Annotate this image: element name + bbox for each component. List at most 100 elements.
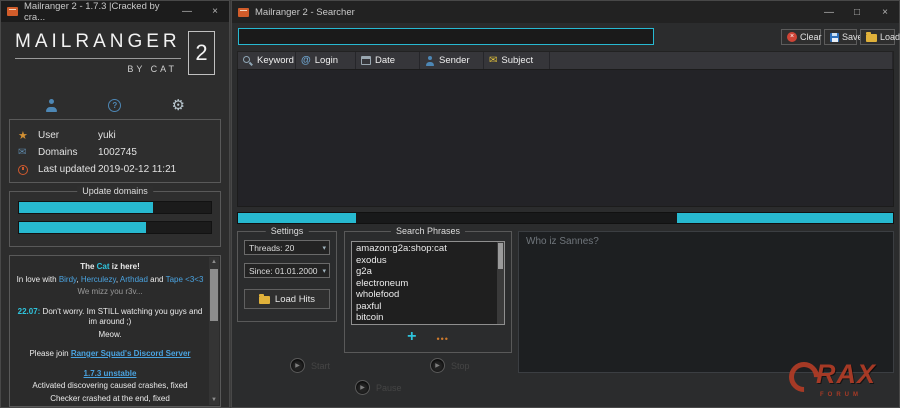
news-line: Activated discovering caused crashes, fi… xyxy=(14,381,206,392)
add-phrase-button[interactable]: + xyxy=(407,330,416,344)
text-segment: Please join xyxy=(29,349,70,358)
searcher-titlebar: Mailranger 2 - Searcher — □ × xyxy=(232,1,899,23)
column-label: Sender xyxy=(439,55,470,66)
search-phrases-list[interactable]: amazon:g2a:shop:cat exodus g2a electrone… xyxy=(351,241,505,325)
maximize-button[interactable]: □ xyxy=(843,1,871,23)
column-label: Keyword xyxy=(257,55,294,66)
last-updated-value: 2019-02-12 11:21 xyxy=(98,164,212,175)
column-header-date[interactable]: Date xyxy=(356,52,420,69)
update-domains-label: Update domains xyxy=(77,186,153,196)
save-button[interactable]: Save xyxy=(824,29,857,45)
list-item[interactable]: g2a xyxy=(356,266,494,278)
chevron-down-icon: ▾ xyxy=(322,267,326,275)
news-line: The Cat iz here! xyxy=(14,262,206,273)
text-segment: iz here! xyxy=(110,262,140,271)
notes-textarea[interactable] xyxy=(518,231,894,373)
timestamp: 22.07: xyxy=(18,307,41,316)
user-label: User xyxy=(38,130,98,141)
play-icon: ▶ xyxy=(360,384,365,391)
load-hits-button[interactable]: Load Hits xyxy=(244,289,330,309)
minimize-button[interactable]: — xyxy=(815,1,843,23)
close-button[interactable]: × xyxy=(201,1,229,22)
more-options-button[interactable]: ••• xyxy=(436,334,448,344)
start-button[interactable]: ▶ xyxy=(290,358,305,373)
play-icon: ▶ xyxy=(435,362,440,369)
clock-icon xyxy=(18,165,28,175)
scroll-up-icon[interactable]: ▲ xyxy=(209,257,219,267)
load-button[interactable]: Load xyxy=(860,29,895,45)
desktop: Mailranger 2 - 1.7.3 |Cracked by cra... … xyxy=(0,0,900,408)
news-line: We mizz you r3v... xyxy=(14,287,206,298)
results-table-body xyxy=(237,69,894,207)
searcher-window: Mailranger 2 - Searcher — □ × × Clear Sa… xyxy=(231,0,900,408)
brand-byline: BY CAT xyxy=(15,64,181,74)
start-label: Start xyxy=(311,361,330,371)
phrase-actions: + ••• xyxy=(345,330,511,344)
calendar-icon xyxy=(361,56,371,65)
column-label: Subject xyxy=(501,55,533,66)
settings-groupbox: Settings Threads: 20 ▾ Since: 01.01.2000… xyxy=(237,231,337,322)
changelog-link-173[interactable]: 1.7.3 unstable xyxy=(14,369,206,380)
logo: MAILRANGER BY CAT 2 xyxy=(15,31,215,75)
list-item[interactable]: exodus xyxy=(356,255,494,267)
pause-button[interactable]: ▶ xyxy=(355,380,370,395)
search-icon xyxy=(243,56,253,66)
clear-button[interactable]: × Clear xyxy=(781,29,821,45)
list-item[interactable]: electroneum xyxy=(356,278,494,290)
folder-icon xyxy=(259,296,270,304)
update-progressbar-1 xyxy=(18,201,212,214)
envelope-icon: ✉ xyxy=(489,55,497,66)
scroll-down-icon[interactable]: ▼ xyxy=(209,395,219,405)
news-content: The Cat iz here! In love with Birdy, Her… xyxy=(14,262,206,406)
gear-icon[interactable]: ⚙ xyxy=(172,98,185,113)
user-mention: Birdy xyxy=(59,275,77,284)
envelope-icon: ✉ xyxy=(18,147,38,158)
user-value: yuki xyxy=(98,130,212,141)
text-segment: The xyxy=(80,262,96,271)
last-updated-label: Last updated xyxy=(38,164,98,175)
at-icon: @ xyxy=(301,55,311,66)
main-window: Mailranger 2 - 1.7.3 |Cracked by cra... … xyxy=(0,0,230,408)
scrollbar-thumb[interactable] xyxy=(210,269,218,321)
user-mention: Tape xyxy=(166,275,183,284)
help-icon[interactable]: ? xyxy=(108,99,121,112)
app-icon xyxy=(238,8,249,17)
discord-link[interactable]: Ranger Squad's Discord Server xyxy=(71,349,191,358)
stop-label: Stop xyxy=(451,361,470,371)
play-icon: ▶ xyxy=(295,362,300,369)
search-progressbar xyxy=(237,212,894,224)
results-table-header: Keyword @ Login Date Sender ✉ Subject xyxy=(237,51,894,69)
load-label: Load xyxy=(880,32,900,42)
search-phrases-groupbox: Search Phrases amazon:g2a:shop:cat exodu… xyxy=(344,231,512,353)
user-row: ★ User yuki xyxy=(18,127,212,144)
cat-name: Cat xyxy=(97,262,110,271)
news-line: In love with Birdy, Herculezy, Arthdad a… xyxy=(14,275,206,286)
since-value: Since: 01.01.2000 xyxy=(249,266,318,276)
list-item[interactable]: wholefood xyxy=(356,289,494,301)
list-item[interactable]: bitcoin xyxy=(356,312,494,324)
news-scrollbar[interactable]: ▲ ▼ xyxy=(209,257,219,405)
threads-dropdown[interactable]: Threads: 20 ▾ xyxy=(244,240,330,255)
clear-icon: × xyxy=(787,32,797,42)
since-date-dropdown[interactable]: Since: 01.01.2000 ▾ xyxy=(244,263,330,278)
scrollbar-thumb[interactable] xyxy=(498,243,503,269)
stop-button[interactable]: ▶ xyxy=(430,358,445,373)
user-icon[interactable] xyxy=(45,99,58,112)
pause-label: Pause xyxy=(376,383,402,393)
searcher-title: Mailranger 2 - Searcher xyxy=(255,7,355,18)
column-header-subject[interactable]: ✉ Subject xyxy=(484,52,550,69)
crax-subtext: FORUM xyxy=(820,392,862,398)
column-header-sender[interactable]: Sender xyxy=(420,52,484,69)
list-item[interactable]: amazon:g2a:shop:cat xyxy=(356,243,494,255)
column-header-filler xyxy=(550,52,893,69)
column-header-login[interactable]: @ Login xyxy=(296,52,356,69)
column-header-keyword[interactable]: Keyword xyxy=(238,52,296,69)
app-icon xyxy=(7,7,18,16)
update-progressbar-2 xyxy=(18,221,212,234)
list-scrollbar[interactable] xyxy=(497,242,504,324)
column-label: Date xyxy=(375,55,395,66)
search-input[interactable] xyxy=(238,28,654,45)
list-item[interactable]: paxful xyxy=(356,301,494,313)
close-button[interactable]: × xyxy=(871,1,899,23)
minimize-button[interactable]: — xyxy=(173,1,201,22)
